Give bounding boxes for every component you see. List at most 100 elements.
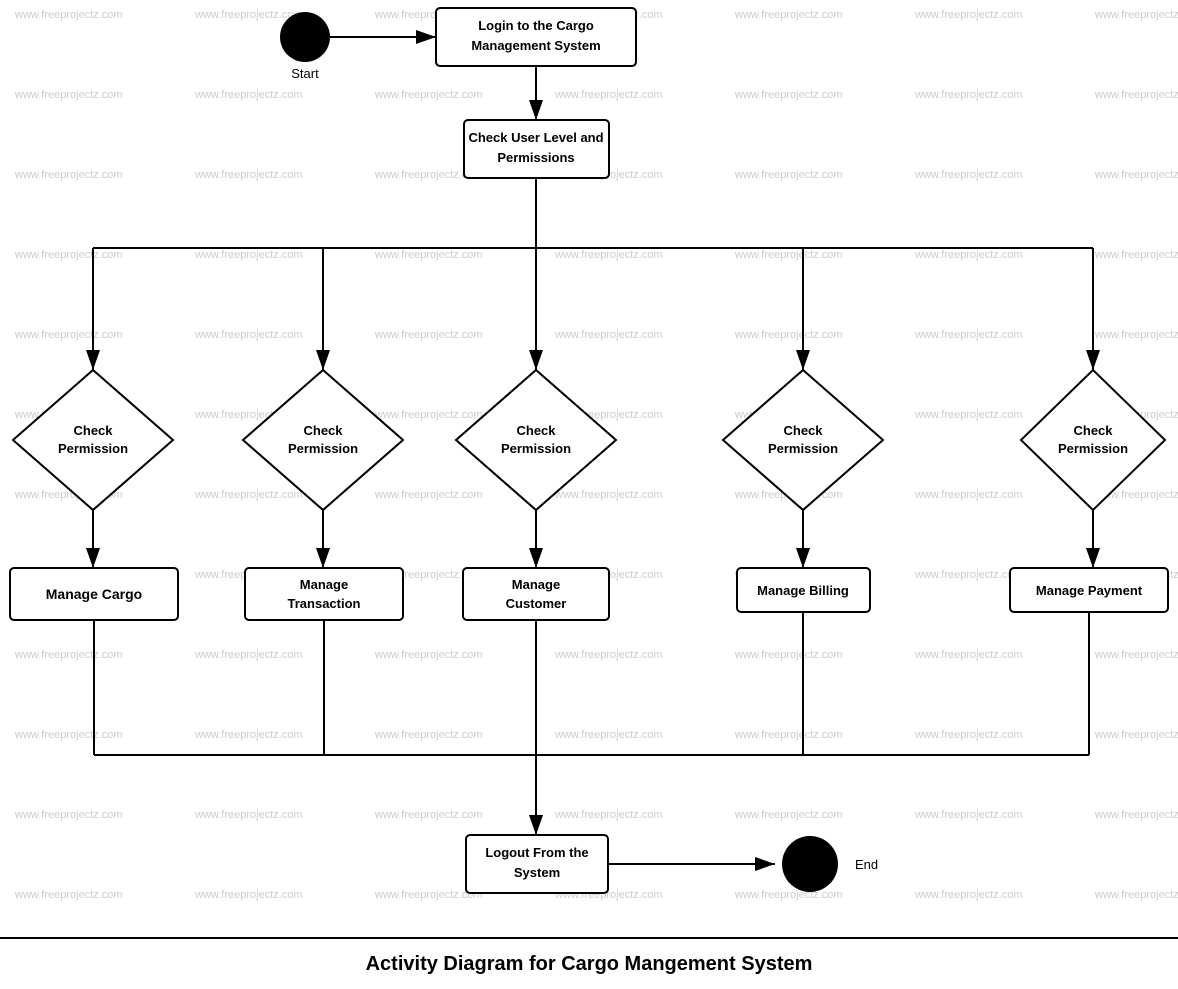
svg-text:www.freeprojectz.com: www.freeprojectz.com — [554, 249, 663, 261]
login-box — [436, 8, 636, 66]
svg-text:www.freeprojectz.com: www.freeprojectz.com — [194, 329, 303, 341]
check-user-line1: Check User Level and — [468, 130, 603, 145]
svg-text:www.freeprojectz.com: www.freeprojectz.com — [14, 809, 123, 821]
svg-text:www.freeprojectz.com: www.freeprojectz.com — [734, 729, 843, 741]
svg-text:www.freeprojectz.com: www.freeprojectz.com — [1094, 649, 1178, 661]
svg-text:www.freeprojectz.com: www.freeprojectz.com — [1094, 729, 1178, 741]
svg-text:www.freeprojectz.com: www.freeprojectz.com — [374, 489, 483, 501]
svg-text:www.freeprojectz.com: www.freeprojectz.com — [374, 409, 483, 421]
svg-text:www.freeprojectz.com: www.freeprojectz.com — [14, 729, 123, 741]
manage-trans-line2: Transaction — [288, 596, 361, 611]
svg-text:www.freeprojectz.com: www.freeprojectz.com — [734, 329, 843, 341]
svg-text:www.freeprojectz.com: www.freeprojectz.com — [914, 409, 1023, 421]
logout-line2: System — [514, 865, 560, 880]
svg-text:www.freeprojectz.com: www.freeprojectz.com — [194, 809, 303, 821]
svg-text:www.freeprojectz.com: www.freeprojectz.com — [734, 9, 843, 21]
svg-text:www.freeprojectz.com: www.freeprojectz.com — [554, 329, 663, 341]
manage-customer-box — [463, 568, 609, 620]
diamond2-line1: Check — [303, 423, 343, 438]
svg-text:www.freeprojectz.com: www.freeprojectz.com — [734, 809, 843, 821]
svg-text:www.freeprojectz.com: www.freeprojectz.com — [914, 89, 1023, 101]
diamond1-line1: Check — [73, 423, 113, 438]
manage-transaction-box — [245, 568, 403, 620]
svg-text:www.freeprojectz.com: www.freeprojectz.com — [734, 169, 843, 181]
svg-text:www.freeprojectz.com: www.freeprojectz.com — [914, 9, 1023, 21]
diamond5-line1: Check — [1073, 423, 1113, 438]
svg-text:www.freeprojectz.com: www.freeprojectz.com — [374, 649, 483, 661]
diagram-container: www.freeprojectz.com www.freeprojectz.co… — [0, 0, 1178, 989]
svg-text:www.freeprojectz.com: www.freeprojectz.com — [914, 169, 1023, 181]
svg-text:www.freeprojectz.com: www.freeprojectz.com — [554, 809, 663, 821]
start-label: Start — [291, 66, 319, 81]
manage-cargo-text: Manage Cargo — [46, 586, 142, 602]
svg-text:www.freeprojectz.com: www.freeprojectz.com — [1094, 169, 1178, 181]
diagram-title: Activity Diagram for Cargo Mangement Sys… — [366, 953, 813, 976]
svg-text:www.freeprojectz.com: www.freeprojectz.com — [374, 729, 483, 741]
svg-text:www.freeprojectz.com: www.freeprojectz.com — [1094, 809, 1178, 821]
manage-payment-text: Manage Payment — [1036, 583, 1143, 598]
bottom-bar: Activity Diagram for Cargo Mangement Sys… — [0, 937, 1178, 989]
diamond4-line1: Check — [783, 423, 823, 438]
check-user-line2: Permissions — [497, 150, 574, 165]
svg-text:www.freeprojectz.com: www.freeprojectz.com — [914, 489, 1023, 501]
svg-text:www.freeprojectz.com: www.freeprojectz.com — [374, 249, 483, 261]
flowchart-svg: www.freeprojectz.com www.freeprojectz.co… — [0, 0, 1178, 989]
svg-text:www.freeprojectz.com: www.freeprojectz.com — [194, 729, 303, 741]
svg-text:www.freeprojectz.com: www.freeprojectz.com — [14, 889, 123, 901]
diamond1-line2: Permission — [58, 441, 128, 456]
svg-text:www.freeprojectz.com: www.freeprojectz.com — [194, 9, 303, 21]
svg-text:www.freeprojectz.com: www.freeprojectz.com — [554, 729, 663, 741]
diamond5-line2: Permission — [1058, 441, 1128, 456]
end-circle — [782, 836, 838, 892]
svg-text:www.freeprojectz.com: www.freeprojectz.com — [374, 89, 483, 101]
svg-text:www.freeprojectz.com: www.freeprojectz.com — [194, 649, 303, 661]
svg-text:www.freeprojectz.com: www.freeprojectz.com — [554, 489, 663, 501]
login-text-line1: Login to the Cargo — [478, 18, 594, 33]
svg-text:www.freeprojectz.com: www.freeprojectz.com — [14, 329, 123, 341]
svg-text:www.freeprojectz.com: www.freeprojectz.com — [734, 649, 843, 661]
svg-text:www.freeprojectz.com: www.freeprojectz.com — [554, 649, 663, 661]
svg-text:www.freeprojectz.com: www.freeprojectz.com — [914, 729, 1023, 741]
svg-text:www.freeprojectz.com: www.freeprojectz.com — [374, 809, 483, 821]
svg-text:www.freeprojectz.com: www.freeprojectz.com — [1094, 329, 1178, 341]
svg-text:www.freeprojectz.com: www.freeprojectz.com — [194, 169, 303, 181]
svg-text:www.freeprojectz.com: www.freeprojectz.com — [1094, 249, 1178, 261]
svg-text:www.freeprojectz.com: www.freeprojectz.com — [914, 569, 1023, 581]
diamond4-line2: Permission — [768, 441, 838, 456]
svg-text:www.freeprojectz.com: www.freeprojectz.com — [14, 649, 123, 661]
start-circle — [280, 12, 330, 62]
svg-text:www.freeprojectz.com: www.freeprojectz.com — [734, 89, 843, 101]
check-user-box — [464, 120, 609, 178]
svg-text:www.freeprojectz.com: www.freeprojectz.com — [914, 649, 1023, 661]
diamond2-line2: Permission — [288, 441, 358, 456]
svg-text:www.freeprojectz.com: www.freeprojectz.com — [1094, 889, 1178, 901]
diamond3-line2: Permission — [501, 441, 571, 456]
svg-text:www.freeprojectz.com: www.freeprojectz.com — [194, 89, 303, 101]
diamond3-line1: Check — [516, 423, 556, 438]
manage-cust-line2: Customer — [506, 596, 567, 611]
manage-cust-line1: Manage — [512, 577, 560, 592]
svg-text:www.freeprojectz.com: www.freeprojectz.com — [734, 889, 843, 901]
svg-text:www.freeprojectz.com: www.freeprojectz.com — [14, 9, 123, 21]
svg-text:www.freeprojectz.com: www.freeprojectz.com — [914, 329, 1023, 341]
svg-text:www.freeprojectz.com: www.freeprojectz.com — [1094, 9, 1178, 21]
svg-text:www.freeprojectz.com: www.freeprojectz.com — [734, 249, 843, 261]
login-text-line2: Management System — [471, 38, 600, 53]
svg-text:www.freeprojectz.com: www.freeprojectz.com — [14, 89, 123, 101]
svg-text:www.freeprojectz.com: www.freeprojectz.com — [194, 489, 303, 501]
svg-text:www.freeprojectz.com: www.freeprojectz.com — [914, 889, 1023, 901]
svg-text:www.freeprojectz.com: www.freeprojectz.com — [1094, 89, 1178, 101]
svg-text:www.freeprojectz.com: www.freeprojectz.com — [374, 329, 483, 341]
logout-line1: Logout From the — [485, 845, 588, 860]
svg-text:www.freeprojectz.com: www.freeprojectz.com — [914, 249, 1023, 261]
svg-text:www.freeprojectz.com: www.freeprojectz.com — [194, 889, 303, 901]
svg-text:www.freeprojectz.com: www.freeprojectz.com — [14, 169, 123, 181]
manage-trans-line1: Manage — [300, 577, 348, 592]
svg-text:www.freeprojectz.com: www.freeprojectz.com — [194, 249, 303, 261]
manage-billing-text: Manage Billing — [757, 583, 849, 598]
svg-text:www.freeprojectz.com: www.freeprojectz.com — [554, 89, 663, 101]
svg-text:www.freeprojectz.com: www.freeprojectz.com — [914, 809, 1023, 821]
logout-box — [466, 835, 608, 893]
end-label: End — [855, 857, 878, 872]
svg-text:www.freeprojectz.com: www.freeprojectz.com — [14, 249, 123, 261]
